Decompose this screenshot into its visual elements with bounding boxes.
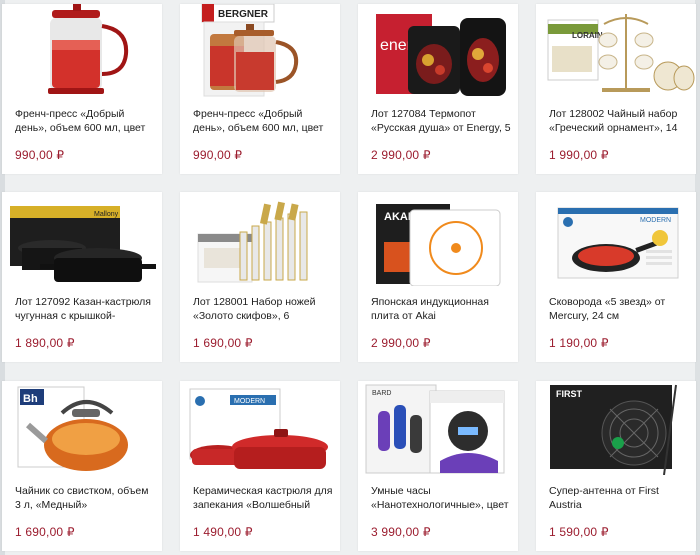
product-card[interactable]: Mallony Лот 127092 Казан-кастрюля чугунн… [2,192,162,362]
product-price: 3 990,00 ₽ [371,525,431,539]
product-title[interactable]: Лот 127084 Термопот «Русская душа» от En… [371,108,512,136]
product-image-cast-iron-pot[interactable]: Mallony [2,192,162,286]
product-price: 1 690,00 ₽ [15,525,75,539]
product-price: 1 590,00 ₽ [549,525,609,539]
product-price: 2 990,00 ₽ [371,148,431,162]
product-image-induction-cooker[interactable]: AKAI [358,192,518,286]
product-title[interactable]: Френч-пресс «Добрый день», объем 600 мл,… [193,108,334,136]
product-title[interactable]: Френч-пресс «Добрый день», объем 600 мл,… [15,108,156,136]
product-image-knife-set[interactable] [180,192,340,286]
product-card[interactable]: Френч-пресс «Добрый день», объем 600 мл,… [2,4,162,174]
product-card[interactable]: energy Лот 127084 Термопот «Русская душа… [358,4,518,174]
product-title[interactable]: Японская индукционная плита от Akai [371,296,512,324]
product-grid: Френч-пресс «Добрый день», объем 600 мл,… [0,0,700,555]
product-image-smart-watch[interactable]: BARD [358,381,518,475]
product-title[interactable]: Сковорода «5 звезд» от Mercury, 24 см [549,296,690,324]
product-title[interactable]: Умные часы «Нанотехнологичные», цвет [371,485,512,513]
product-card[interactable]: MODERN Керамическая кастрюля для запекан… [180,381,340,551]
product-card[interactable]: FIRST Супер-антенна от First Austria 1 5… [536,381,696,551]
product-price: 990,00 ₽ [15,148,65,162]
brand-logo-bergner: BERGNER [218,9,269,20]
product-image-whistling-kettle[interactable]: Bh [2,381,162,475]
brand-logo-lorain: LORAIN [572,31,603,40]
product-image-ceramic-casserole[interactable]: MODERN [180,381,340,475]
product-card[interactable]: MODERN Сковорода «5 звезд» от Mercury, 2… [536,192,696,362]
product-card[interactable]: AKAI Японская индукционная плита от Akai… [358,192,518,362]
product-title[interactable]: Чайник со свистком, объем 3 л, «Медный» [15,485,156,513]
product-title[interactable]: Лот 128001 Набор ножей «Золото скифов», … [193,296,334,324]
brand-logo-bard: BARD [372,390,391,397]
product-image-frying-pan[interactable]: MODERN [536,192,696,286]
brand-logo-akai: AKAI [384,211,411,223]
product-title[interactable]: Лот 127092 Казан-кастрюля чугунная с кры… [15,296,156,324]
product-title[interactable]: Лот 128002 Чайный набор «Греческий орнам… [549,108,690,136]
product-title[interactable]: Керамическая кастрюля для запекания «Вол… [193,485,334,513]
brand-logo-first: FIRST [556,389,583,399]
product-image-copper-french-press[interactable]: BERGNER [180,4,340,98]
product-price: 1 690,00 ₽ [193,336,253,350]
product-card[interactable]: Лот 128001 Набор ножей «Золото скифов», … [180,192,340,362]
brand-logo-modern: MODERN [234,398,265,405]
product-card[interactable]: LORAIN Лот 128002 Чайный набор «Гречески… [536,4,696,174]
product-price: 1 190,00 ₽ [549,336,609,350]
brand-logo-mallony: Mallony [94,211,119,218]
product-image-red-french-press[interactable] [2,4,162,98]
product-image-antenna[interactable]: FIRST [536,381,696,475]
product-card[interactable]: BERGNER Френч-пресс «Добрый день», объем… [180,4,340,174]
product-title[interactable]: Супер-антенна от First Austria [549,485,690,513]
brand-logo-bh: Bh [23,393,38,405]
product-image-thermopot[interactable]: energy [358,4,518,98]
product-price: 1 490,00 ₽ [193,525,253,539]
product-price: 2 990,00 ₽ [371,336,431,350]
product-price: 990,00 ₽ [193,148,243,162]
product-price: 1 990,00 ₽ [549,148,609,162]
product-image-tea-set[interactable]: LORAIN [536,4,696,98]
product-card[interactable]: BARD Умные часы «Нанотехнологичные», цве… [358,381,518,551]
product-card[interactable]: Bh Чайник со свистком, объем 3 л, «Медны… [2,381,162,551]
brand-logo-modern: MODERN [640,217,671,224]
product-price: 1 890,00 ₽ [15,336,75,350]
